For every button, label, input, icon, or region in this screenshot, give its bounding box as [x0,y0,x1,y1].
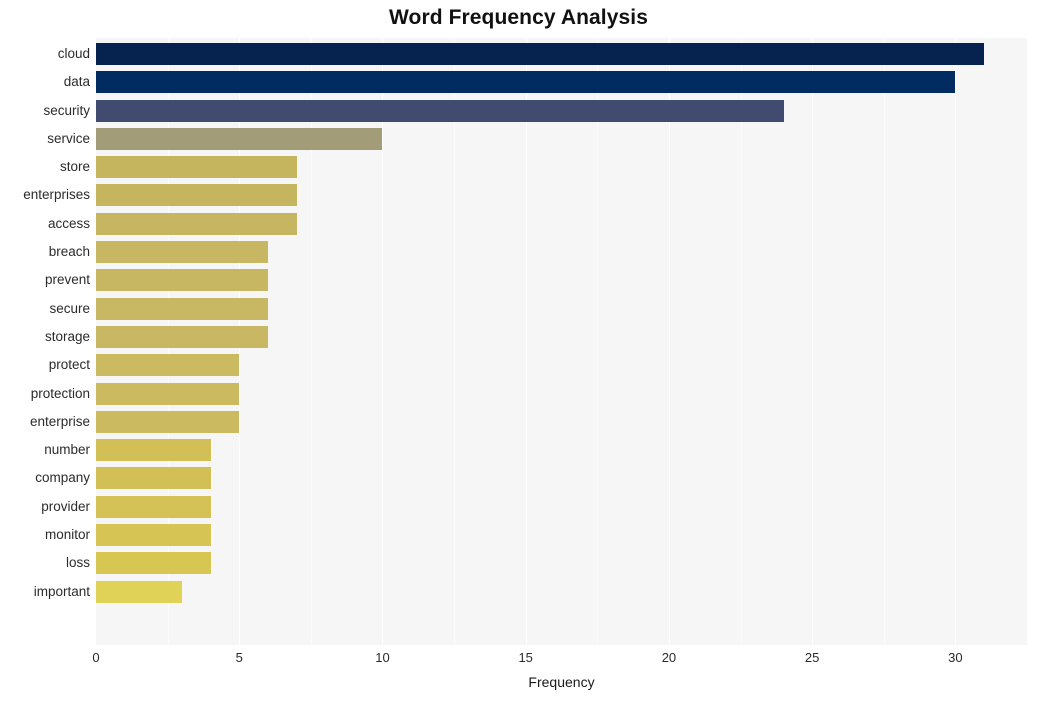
bar-row[interactable] [96,153,1027,181]
bar[interactable] [96,297,268,320]
y-axis-label: provider [41,498,90,514]
bar-row[interactable] [96,238,1027,266]
bar[interactable] [96,241,268,264]
bar-row[interactable] [96,521,1027,549]
bar[interactable] [96,580,182,603]
y-axis-label: breach [48,244,90,260]
bar-row[interactable] [96,266,1027,294]
bar-row[interactable] [96,323,1027,351]
bar-row[interactable] [96,125,1027,153]
bar[interactable] [96,184,297,207]
y-axis-label: number [44,442,90,458]
bar-row[interactable] [96,380,1027,408]
x-axis-tick-labels: 0 5 10 15 20 25 30 [0,650,1037,672]
bar-row[interactable] [96,68,1027,96]
x-tick-label: 30 [948,650,963,665]
y-axis-label: store [59,159,90,175]
bar-row[interactable] [96,97,1027,125]
y-axis-label: protect [48,357,90,373]
bar[interactable] [96,325,268,348]
y-axis-label: loss [65,555,90,571]
word-frequency-chart: Word Frequency Analysis cloud data securit… [0,0,1037,701]
bar[interactable] [96,127,383,150]
x-tick-label: 25 [804,650,820,665]
bar[interactable] [96,495,211,518]
x-tick-label: 20 [661,650,677,665]
y-axis-label: prevent [44,272,90,288]
bar[interactable] [96,439,211,462]
x-tick-label: 5 [235,650,243,665]
y-axis-label: important [33,583,90,599]
y-axis-label: storage [44,328,90,344]
y-axis-label: secure [49,300,90,316]
bar[interactable] [96,212,297,235]
bar[interactable] [96,43,985,65]
bar[interactable] [96,467,211,490]
y-axis-label: company [35,470,90,486]
y-axis-label: service [47,130,90,146]
bar[interactable] [96,269,268,292]
y-axis-label: enterprise [29,413,90,429]
bar[interactable] [96,71,956,94]
chart-title: Word Frequency Analysis [388,6,649,29]
bar[interactable] [96,524,211,547]
bar[interactable] [96,552,211,575]
y-axis-label: monitor [44,527,90,543]
y-axis-label: cloud [57,46,90,61]
y-axis-label: security [43,102,90,118]
bar-row[interactable] [96,464,1027,492]
bar-row[interactable] [96,436,1027,464]
x-tick-label: 10 [375,650,390,665]
x-tick-label: 0 [92,650,100,665]
bar-row[interactable] [96,549,1027,577]
bar-row[interactable] [96,295,1027,323]
bar[interactable] [96,410,240,433]
bar-row[interactable] [96,493,1027,521]
bar-row[interactable] [96,578,1027,606]
bar-row[interactable] [96,408,1027,436]
y-axis-label: enterprises [23,187,90,203]
bar-row[interactable] [96,210,1027,238]
x-axis-title: Frequency [528,674,595,690]
bars-layer [96,38,1027,645]
bar-row[interactable] [96,351,1027,379]
bar[interactable] [96,156,297,179]
bar[interactable] [96,354,240,377]
bar[interactable] [96,382,240,405]
y-axis-label: data [63,74,90,90]
y-axis-label: access [47,215,90,231]
bar-row[interactable] [96,40,1027,68]
bar-row[interactable] [96,181,1027,209]
y-axis-category-labels: cloud data security service store enterprises… [0,38,90,645]
bar[interactable] [96,99,784,122]
y-axis-label: protection [30,385,90,401]
x-tick-label: 15 [518,650,533,665]
